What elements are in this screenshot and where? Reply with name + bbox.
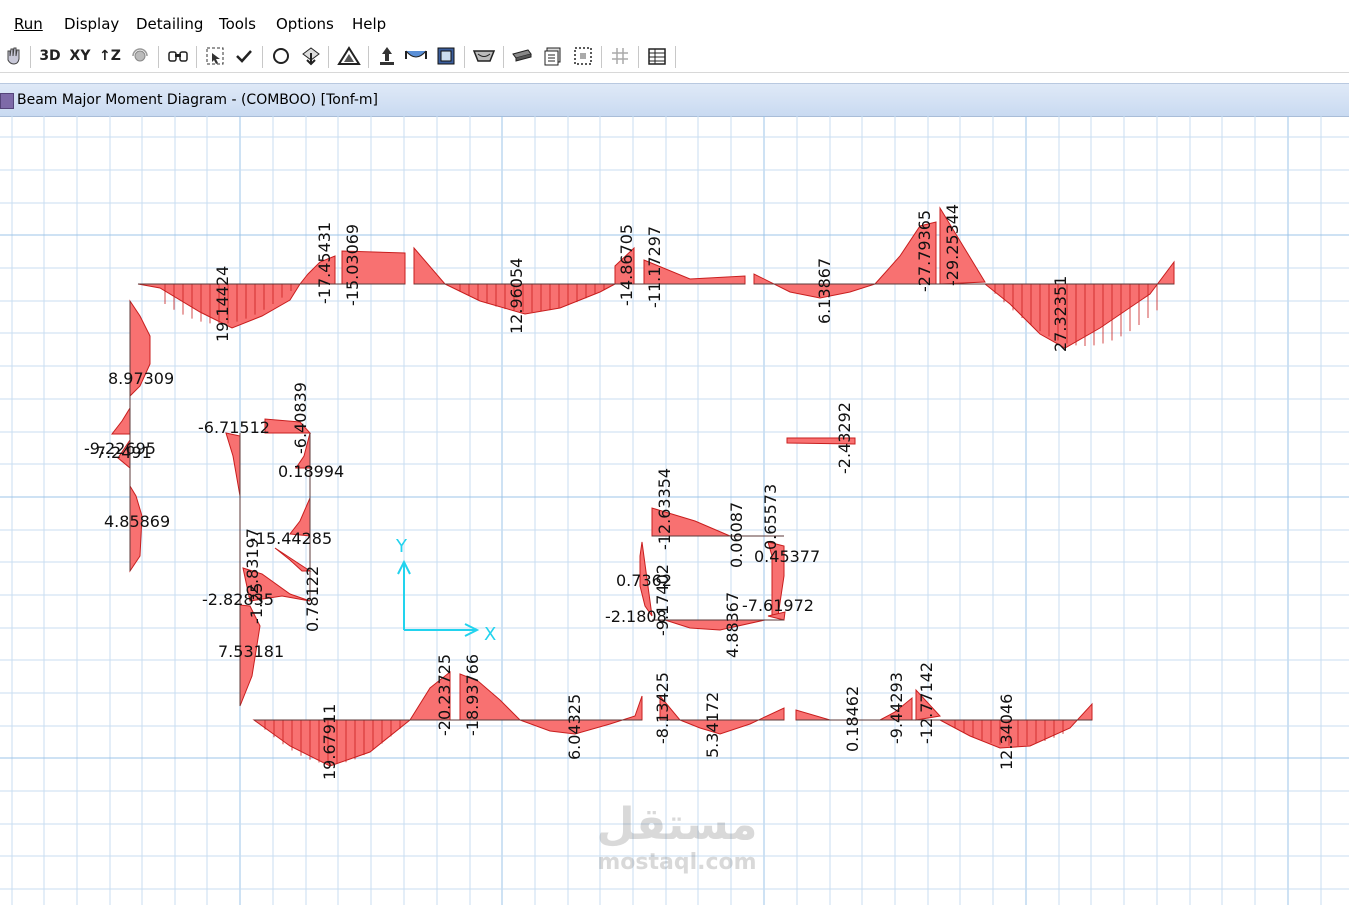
moment-value-label: -6.71512 (198, 418, 270, 437)
moment-value-label: 0.06087 (727, 502, 746, 568)
moment-value-label: 0.18462 (843, 686, 862, 752)
toolbar-separator (675, 46, 676, 68)
moment-value-label: 4.88367 (723, 592, 742, 658)
circle-icon[interactable] (268, 43, 294, 69)
moment-value-label: 7.53181 (218, 642, 284, 661)
moment-diagram-svg: Y X 19.14424 -17.45431 -15.03069 12.96054 -1… (0, 116, 1349, 905)
moment-value-label: -18.93766 (463, 654, 482, 736)
x-axis-arrow (404, 623, 480, 637)
moment-value-label: -7.61972 (742, 596, 814, 615)
moment-value-label: 0.65573 (761, 484, 780, 550)
y-axis-label: Y (395, 536, 408, 557)
moment-value-label: 12.96054 (507, 258, 526, 334)
moment-value-label: -6.40839 (291, 382, 310, 454)
moment-value-label: 0.45377 (754, 547, 820, 566)
layers-icon[interactable] (540, 43, 566, 69)
moment-value-label: 6.04325 (565, 694, 584, 760)
moment-value-label: 5.34172 (703, 692, 722, 758)
y-axis-arrow (397, 559, 411, 630)
menu-tools[interactable]: Tools (219, 15, 256, 33)
moment-value-label: -17.45431 (315, 222, 334, 304)
menu-run[interactable]: Run (14, 15, 43, 33)
beam-icon[interactable] (508, 43, 536, 69)
toolbar-separator (368, 46, 369, 68)
moment-value-label: -15.03069 (343, 224, 362, 306)
moment-value-label: -2.43292 (835, 402, 854, 474)
moment-value-label: -27.79365 (915, 210, 934, 292)
check-icon[interactable] (232, 43, 256, 69)
deformed-shape-icon[interactable] (403, 43, 429, 69)
menu-detailing[interactable]: Detailing (136, 15, 203, 33)
select-area-icon[interactable] (570, 43, 596, 69)
moment-value-label: -20.23725 (435, 654, 454, 736)
moment-value-label: 0.18994 (278, 462, 344, 481)
moment-value-label: 0.78122 (303, 566, 322, 632)
moment-value-label: -15.44285 (250, 529, 332, 548)
moment-diagram-shape (939, 702, 1093, 749)
moment-value-label: -9.44293 (887, 672, 906, 744)
menu-help[interactable]: Help (352, 15, 386, 33)
toolbar-separator (262, 46, 263, 68)
toolbar-separator (638, 46, 639, 68)
select-icon[interactable] (202, 43, 228, 69)
moment-value-label: 12.34046 (997, 694, 1016, 770)
window-title: Beam Major Moment Diagram - (COMBOO) [To… (17, 92, 379, 108)
menu-display[interactable]: Display (64, 15, 119, 33)
moment-value-label: 19.67911 (320, 704, 339, 780)
triangle-icon[interactable] (335, 43, 363, 69)
global-axes: Y X (395, 536, 496, 645)
view-3d-button[interactable]: 3D (37, 43, 63, 69)
menu-options[interactable]: Options (276, 15, 334, 33)
grid-lines (0, 116, 1349, 905)
rotate-view-icon[interactable] (127, 43, 153, 69)
moment-value-label: -12.77142 (917, 662, 936, 744)
moment-diagram-shape (795, 709, 831, 721)
toolbar-separator (601, 46, 602, 68)
diagram-canvas[interactable]: Y X 19.14424 -17.45431 -15.03069 12.96054 -1… (0, 116, 1349, 905)
moment-diagram-shape (110, 406, 131, 435)
moment-value-label: -29.25344 (943, 204, 962, 286)
toolbar-separator (30, 46, 31, 68)
moment-value-label: -14.86705 (617, 224, 636, 306)
support-icon[interactable] (374, 43, 400, 69)
moment-value-label: -9.17402 (653, 564, 672, 636)
moment-value-label: 27.32351 (1051, 276, 1070, 352)
animate-icon[interactable] (433, 43, 459, 69)
hand-icon[interactable] (2, 43, 26, 69)
menu-run-label: Run (14, 15, 43, 33)
moment-diagram-shape (679, 707, 785, 735)
moment-value-label: -1.25 (247, 583, 266, 624)
moment-value-label: 4.85869 (104, 512, 170, 531)
x-axis-label: X (484, 624, 496, 645)
moment-value-label: -7.2491 (90, 443, 152, 462)
menu-bar: Run Display Detailing Tools Options Help (0, 0, 1349, 40)
toolbar: 3D XY ↑Z (0, 40, 1349, 73)
table-icon[interactable] (644, 43, 670, 69)
grid-icon[interactable] (607, 43, 633, 69)
moment-value-label: 19.14424 (213, 266, 232, 342)
moment-value-label: -12.63354 (655, 468, 674, 550)
moment-diagrams (110, 206, 1175, 767)
diagram-window-titlebar: Beam Major Moment Diagram - (COMBOO) [To… (0, 83, 1349, 117)
toolbar-separator (196, 46, 197, 68)
elevation-z-button[interactable]: ↑Z (97, 43, 123, 69)
toolbar-separator (464, 46, 465, 68)
toolbar-separator (503, 46, 504, 68)
moment-value-label: -11.17297 (645, 226, 664, 308)
window-icon (0, 93, 14, 109)
moment-value-label: 8.97309 (108, 369, 174, 388)
moment-value-label: -8.13425 (653, 672, 672, 744)
binoculars-icon[interactable] (164, 43, 192, 69)
moment-diagram-icon[interactable] (470, 43, 498, 69)
toolbar-separator (328, 46, 329, 68)
plan-xy-button[interactable]: XY (67, 43, 93, 69)
moment-diagram-shape (413, 246, 447, 285)
toolbar-separator (158, 46, 159, 68)
load-arrow-icon[interactable] (298, 43, 324, 69)
moment-value-label: 6.13867 (815, 258, 834, 324)
